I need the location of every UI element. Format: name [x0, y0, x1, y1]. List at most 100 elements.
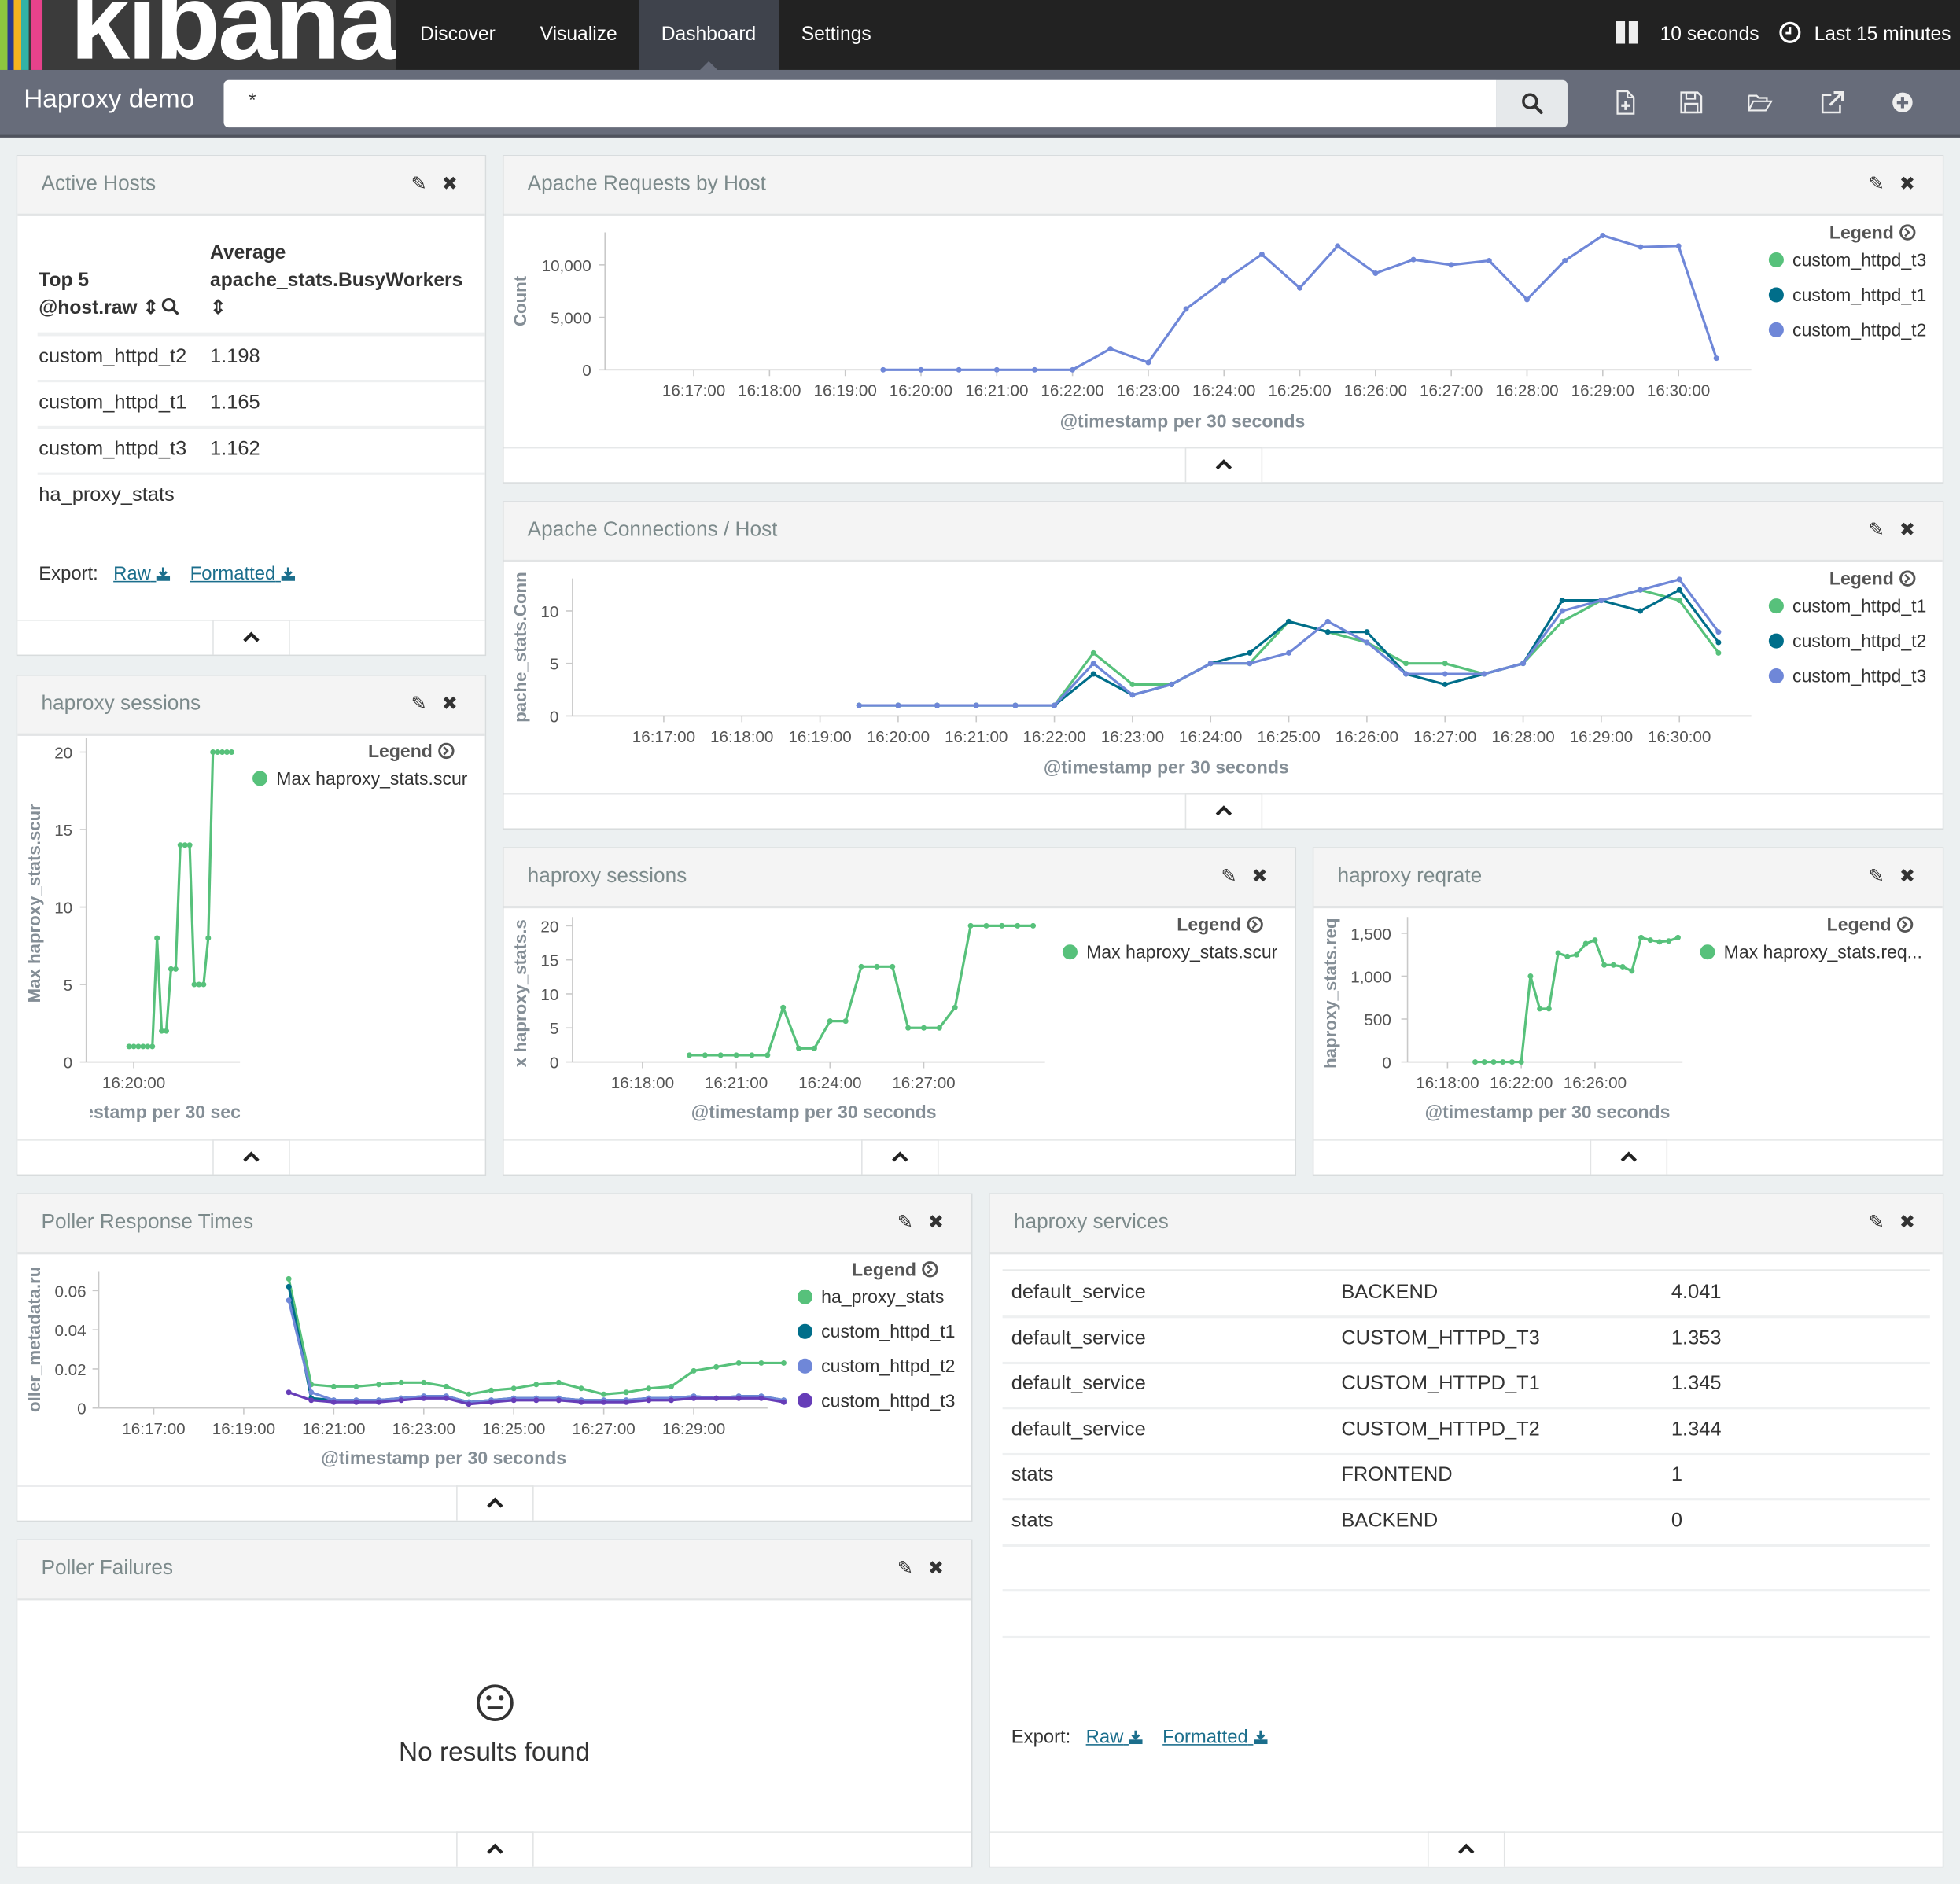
data-point[interactable]: [858, 963, 864, 970]
data-point[interactable]: [308, 1389, 315, 1396]
data-point[interactable]: [1638, 608, 1644, 614]
data-point[interactable]: [895, 702, 901, 708]
data-point[interactable]: [1145, 359, 1151, 366]
data-point[interactable]: [1647, 937, 1653, 944]
data-point[interactable]: [1715, 639, 1722, 646]
data-point[interactable]: [1601, 962, 1608, 968]
toggle-spy-button[interactable]: [1184, 447, 1262, 483]
data-point[interactable]: [687, 1052, 692, 1058]
data-point[interactable]: [713, 1395, 720, 1401]
data-point[interactable]: [1555, 950, 1561, 956]
data-point[interactable]: [1481, 1059, 1487, 1065]
data-point[interactable]: [421, 1395, 427, 1401]
data-point[interactable]: [1610, 962, 1616, 968]
toggle-spy-button[interactable]: [455, 1485, 533, 1521]
data-point[interactable]: [376, 1382, 382, 1388]
data-point[interactable]: [466, 1401, 472, 1407]
data-point[interactable]: [1564, 953, 1571, 959]
toggle-spy-button[interactable]: [1427, 1831, 1505, 1867]
column-header-busy-workers[interactable]: Average apache_stats.BusyWorkers ⇕: [210, 240, 462, 322]
data-point[interactable]: [555, 1397, 562, 1404]
data-point[interactable]: [1030, 922, 1037, 929]
export-formatted-link[interactable]: Formatted: [190, 564, 295, 585]
tab-settings[interactable]: Settings: [779, 0, 893, 70]
data-point[interactable]: [780, 1360, 787, 1366]
close-x-icon[interactable]: ✖: [442, 174, 458, 195]
data-point[interactable]: [286, 1275, 292, 1282]
data-point[interactable]: [308, 1397, 315, 1404]
data-point[interactable]: [758, 1360, 764, 1366]
data-point[interactable]: [1286, 618, 1292, 624]
data-point[interactable]: [1335, 243, 1341, 249]
data-point[interactable]: [1297, 285, 1303, 291]
toggle-spy-button[interactable]: [1184, 793, 1262, 829]
data-point[interactable]: [1070, 366, 1076, 373]
kibana-logo[interactable]: kibana: [0, 0, 396, 70]
data-point[interactable]: [1500, 1059, 1506, 1065]
toggle-spy-button[interactable]: [212, 1139, 290, 1175]
add-panel-icon[interactable]: [1890, 90, 1915, 115]
data-point[interactable]: [973, 702, 979, 708]
open-icon[interactable]: [1748, 90, 1773, 115]
data-point[interactable]: [421, 1379, 427, 1385]
legend-item[interactable]: custom_httpd_t1: [1792, 285, 1926, 305]
data-point[interactable]: [764, 1052, 771, 1058]
legend-item[interactable]: Max haproxy_stats.scur: [1086, 942, 1278, 962]
data-point[interactable]: [1527, 973, 1534, 979]
data-point[interactable]: [735, 1360, 742, 1366]
data-point[interactable]: [228, 749, 234, 756]
edit-pencil-icon[interactable]: ✎: [411, 174, 427, 195]
data-point[interactable]: [163, 1028, 169, 1034]
data-point[interactable]: [1546, 1006, 1552, 1012]
data-point[interactable]: [1574, 951, 1580, 958]
data-point[interactable]: [1129, 681, 1136, 687]
data-point[interactable]: [1520, 661, 1527, 667]
close-x-icon[interactable]: ✖: [1899, 1212, 1915, 1233]
data-point[interactable]: [149, 1043, 156, 1050]
data-point[interactable]: [353, 1399, 359, 1405]
data-point[interactable]: [1638, 587, 1644, 593]
data-point[interactable]: [956, 366, 962, 373]
data-point[interactable]: [201, 981, 207, 988]
data-point[interactable]: [555, 1379, 562, 1385]
legend-title[interactable]: Legend: [852, 1259, 916, 1279]
data-point[interactable]: [1619, 963, 1626, 970]
data-point[interactable]: [874, 963, 880, 970]
data-point[interactable]: [890, 963, 896, 970]
data-point[interactable]: [993, 366, 1000, 373]
data-point[interactable]: [1031, 366, 1037, 373]
data-point[interactable]: [1442, 681, 1448, 687]
data-point[interactable]: [1562, 258, 1568, 264]
data-point[interactable]: [623, 1389, 629, 1396]
data-point[interactable]: [1592, 937, 1598, 944]
data-point[interactable]: [668, 1397, 674, 1404]
data-point[interactable]: [1481, 671, 1487, 677]
data-point[interactable]: [934, 702, 941, 708]
data-point[interactable]: [1600, 232, 1606, 238]
data-point[interactable]: [1015, 922, 1021, 929]
data-point[interactable]: [1442, 661, 1448, 667]
edit-pencil-icon[interactable]: ✎: [1869, 1212, 1884, 1233]
legend-item[interactable]: Max haproxy_stats.req...: [1724, 942, 1922, 962]
data-point[interactable]: [533, 1397, 540, 1404]
legend-title[interactable]: Legend: [1827, 914, 1892, 935]
data-point[interactable]: [488, 1399, 495, 1405]
legend-item[interactable]: custom_httpd_t3: [1792, 249, 1926, 270]
data-point[interactable]: [1676, 598, 1682, 604]
data-point[interactable]: [1559, 608, 1565, 614]
export-raw-link[interactable]: Raw: [113, 564, 170, 585]
data-point[interactable]: [1207, 661, 1214, 667]
toggle-spy-button[interactable]: [1589, 1139, 1667, 1175]
data-point[interactable]: [749, 1052, 755, 1058]
data-point[interactable]: [920, 1025, 927, 1031]
data-point[interactable]: [733, 1052, 739, 1058]
data-point[interactable]: [918, 366, 924, 373]
data-point[interactable]: [623, 1399, 629, 1405]
data-point[interactable]: [1638, 244, 1644, 250]
search-input[interactable]: *: [223, 79, 1497, 128]
data-point[interactable]: [758, 1395, 764, 1401]
data-point[interactable]: [1490, 1059, 1497, 1065]
sort-icon[interactable]: ⇕: [142, 297, 159, 318]
data-point[interactable]: [578, 1399, 584, 1405]
data-point[interactable]: [578, 1385, 584, 1392]
